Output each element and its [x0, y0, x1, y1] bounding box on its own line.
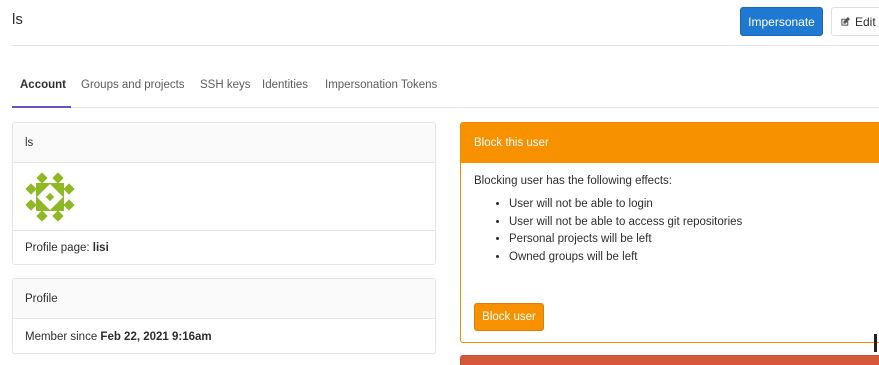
member-since-label: Member since [25, 330, 98, 343]
page-title: ls [12, 11, 23, 28]
user-tabs: Account Groups and projects SSH keys Ide… [12, 70, 879, 108]
list-item: Personal projects will be left [509, 231, 876, 249]
pencil-square-icon [840, 16, 851, 27]
member-since-row: Member since Feb 22, 2021 9:16am [13, 319, 435, 353]
user-card: ls Profile page: lisi [12, 122, 436, 265]
list-item: User will not be able to access git repo… [509, 214, 876, 232]
delete-user-card-edge [460, 355, 879, 365]
block-user-button[interactable]: Block user [474, 303, 544, 331]
tab-identities[interactable]: Identities [262, 79, 308, 91]
tab-account[interactable]: Account [20, 79, 66, 91]
block-effects-list: User will not be able to login User will… [474, 196, 876, 266]
avatar-row [13, 163, 435, 230]
block-user-card-body: Blocking user has the following effects:… [461, 163, 879, 278]
impersonate-button-label: Impersonate [748, 14, 815, 29]
profile-card: Profile Member since Feb 22, 2021 9:16am [12, 278, 436, 354]
edit-button-label: Edit [855, 14, 876, 29]
block-user-button-label: Block user [482, 311, 536, 323]
profile-page-row: Profile page: lisi [13, 230, 435, 264]
tab-groups-and-projects[interactable]: Groups and projects [81, 79, 185, 91]
tab-ssh-keys[interactable]: SSH keys [200, 79, 251, 91]
header-divider [12, 45, 879, 46]
edit-button[interactable]: Edit [831, 7, 879, 36]
profile-card-header: Profile [13, 279, 435, 319]
profile-page-value: lisi [92, 241, 109, 254]
impersonate-button[interactable]: Impersonate [740, 7, 823, 36]
list-item: Owned groups will be left [509, 249, 876, 267]
block-effects-intro: Blocking user has the following effects: [474, 175, 672, 187]
user-card-header: ls [13, 123, 435, 163]
profile-page-label: Profile page: [25, 241, 90, 254]
tab-impersonation-tokens[interactable]: Impersonation Tokens [325, 79, 437, 91]
scroll-indicator [874, 334, 877, 352]
list-item: User will not be able to login [509, 196, 876, 214]
member-since-value: Feb 22, 2021 9:16am [100, 330, 212, 343]
active-tab-indicator [12, 106, 71, 108]
block-user-card-header: Block this user [461, 123, 879, 163]
avatar [25, 171, 75, 222]
